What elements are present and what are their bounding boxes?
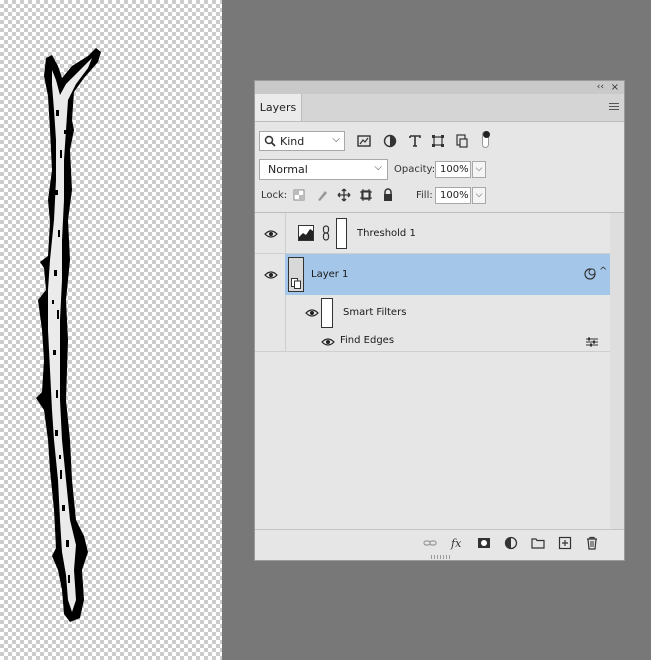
chevron-down-icon: ⌵: [332, 134, 340, 145]
layer-mask-thumbnail[interactable]: [336, 218, 347, 249]
filter-name[interactable]: Find Edges: [340, 335, 394, 346]
stick-artwork: [36, 48, 101, 622]
blend-mode-label: Normal: [268, 163, 308, 176]
adjustment-layer-filter-icon[interactable]: [383, 134, 397, 148]
layer-name[interactable]: Threshold 1: [357, 228, 416, 239]
fill-label: Fill:: [416, 190, 433, 201]
lock-artboard-icon[interactable]: [359, 188, 373, 202]
panel-titlebar[interactable]: ‹‹ ×: [255, 81, 624, 94]
add-layer-mask-icon[interactable]: [477, 536, 491, 550]
smart-object-badge-icon: [291, 278, 301, 289]
visibility-eye-icon[interactable]: [321, 337, 335, 347]
search-icon: [264, 135, 276, 147]
layers-bottom-toolbar: fx: [255, 529, 624, 554]
smart-filters-row[interactable]: Smart Filters: [255, 295, 610, 351]
lock-position-icon[interactable]: [337, 188, 351, 202]
lock-all-icon[interactable]: [381, 188, 395, 202]
layer-row-threshold-1[interactable]: Threshold 1: [255, 213, 610, 254]
filter-kind-label: Kind: [280, 135, 305, 148]
layers-panel: ‹‹ × Layers Kind ⌵ Normal ⌵ Opacity: 100…: [254, 80, 625, 561]
filter-effects-icon: [584, 268, 596, 280]
filter-toggle-switch[interactable]: [482, 131, 490, 148]
lock-label: Lock:: [261, 190, 288, 201]
new-group-folder-icon[interactable]: [531, 536, 545, 550]
tab-layers[interactable]: Layers: [255, 94, 302, 121]
collapse-effects-chevron-icon[interactable]: ^: [599, 266, 607, 277]
filter-row-find-edges[interactable]: Find Edges: [255, 331, 610, 352]
panel-tab-bar: Layers: [255, 94, 624, 122]
smart-object-filter-icon[interactable]: [455, 134, 469, 148]
layer-name[interactable]: Layer 1: [311, 269, 348, 280]
shape-layer-filter-icon[interactable]: [431, 134, 445, 148]
lock-image-pixels-icon[interactable]: [315, 188, 329, 202]
visibility-divider: [285, 213, 286, 254]
threshold-adjustment-icon: [298, 225, 314, 241]
close-panel-button[interactable]: ×: [611, 81, 619, 94]
new-layer-icon[interactable]: [558, 536, 572, 550]
new-adjustment-layer-icon[interactable]: [504, 536, 518, 550]
link-layers-icon[interactable]: [423, 536, 437, 550]
pixel-layer-filter-icon[interactable]: [357, 134, 371, 148]
visibility-eye-icon[interactable]: [264, 270, 278, 280]
fill-input[interactable]: 100%: [435, 187, 471, 204]
type-layer-filter-icon[interactable]: [408, 134, 422, 148]
layer-list-scrollbar[interactable]: [610, 213, 624, 530]
filter-kind-select[interactable]: Kind ⌵: [259, 131, 345, 151]
layer-thumbnail[interactable]: [288, 257, 304, 292]
opacity-input[interactable]: 100%: [435, 161, 471, 178]
fill-dropdown[interactable]: ⌵: [472, 187, 486, 204]
panel-resize-grip[interactable]: [431, 555, 451, 559]
chain-link-icon[interactable]: [322, 225, 330, 241]
layer-row-layer-1[interactable]: Layer 1 ^: [255, 254, 610, 295]
blend-mode-select[interactable]: Normal ⌵: [259, 159, 388, 180]
opacity-dropdown[interactable]: ⌵: [472, 161, 486, 178]
visibility-eye-icon[interactable]: [305, 308, 319, 318]
svg-text:fx: fx: [450, 537, 462, 550]
visibility-eye-icon[interactable]: [264, 229, 278, 239]
opacity-label: Opacity:: [394, 164, 436, 175]
blending-options-icon[interactable]: [585, 337, 599, 347]
smart-filter-mask-thumbnail[interactable]: [321, 298, 333, 328]
layer-list: Threshold 1 Layer 1 ^ Smart Filters Find…: [255, 212, 624, 530]
fx-layer-style-icon[interactable]: fx: [450, 536, 464, 550]
panel-menu-icon[interactable]: [609, 103, 619, 111]
collapse-panel-button[interactable]: ‹‹: [597, 81, 604, 94]
lock-transparent-pixels-icon[interactable]: [292, 188, 306, 202]
chevron-down-icon: ⌵: [374, 162, 382, 173]
smart-filters-label[interactable]: Smart Filters: [343, 307, 406, 318]
delete-layer-trash-icon[interactable]: [585, 536, 599, 550]
